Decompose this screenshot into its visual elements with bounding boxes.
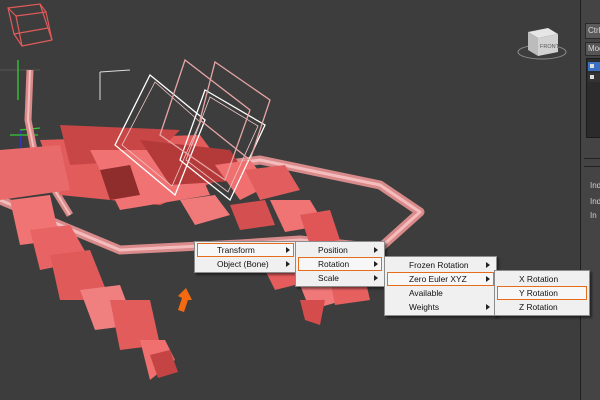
modifier-stack[interactable] xyxy=(586,58,600,138)
context-menu-level1: Transform Object (Bone) xyxy=(194,241,297,273)
menu-item-object-bone[interactable]: Object (Bone) xyxy=(197,257,294,271)
submenu-arrow-icon xyxy=(286,247,290,253)
stack-item-icon xyxy=(590,75,594,79)
submenu-arrow-icon xyxy=(486,262,490,268)
submenu-arrow-icon xyxy=(374,261,378,267)
menu-item-label: Transform xyxy=(217,245,255,255)
orange-arrow-icon xyxy=(178,288,192,312)
menu-item-y-rotation[interactable]: Y Rotation xyxy=(497,286,587,300)
rollout-item: In xyxy=(590,211,597,220)
menu-item-label: Zero Euler XYZ xyxy=(409,274,467,284)
menu-item-label: Rotation xyxy=(318,259,350,269)
submenu-arrow-icon xyxy=(486,276,490,282)
menu-item-frozen-rotation[interactable]: Frozen Rotation xyxy=(387,258,494,272)
menu-item-label: Available xyxy=(409,288,443,298)
viewcube-icon[interactable]: FRONT xyxy=(516,20,568,62)
menu-item-label: Scale xyxy=(318,273,339,283)
menu-item-rotation[interactable]: Rotation xyxy=(298,257,382,271)
panel-divider xyxy=(584,158,600,159)
menu-item-position[interactable]: Position xyxy=(298,243,382,257)
modifier-stack-selected-row[interactable] xyxy=(588,62,600,71)
helper-cage[interactable] xyxy=(7,3,53,47)
menu-item-zero-euler-xyz[interactable]: Zero Euler XYZ xyxy=(387,272,494,286)
modifier-list-dropdown[interactable]: Mod xyxy=(585,42,600,56)
menu-item-label: Position xyxy=(318,245,348,255)
menu-item-available[interactable]: Available xyxy=(387,286,494,300)
scene-canvas[interactable] xyxy=(0,0,580,400)
menu-item-label: Weights xyxy=(409,302,440,312)
rollout-item: Ind xyxy=(590,197,600,206)
submenu-arrow-icon xyxy=(286,261,290,267)
modifier-stack-row[interactable] xyxy=(588,73,600,82)
submenu-arrow-icon xyxy=(486,304,490,310)
menu-item-label: X Rotation xyxy=(519,274,559,284)
submenu-arrow-icon xyxy=(374,275,378,281)
menu-item-z-rotation[interactable]: Z Rotation xyxy=(497,300,587,314)
bone-fingers-left[interactable] xyxy=(10,195,178,380)
submenu-arrow-icon xyxy=(374,247,378,253)
viewcube-label: FRONT xyxy=(540,44,560,50)
context-menu-level3: Frozen Rotation Zero Euler XYZ Available… xyxy=(384,256,497,316)
stack-item-icon xyxy=(590,64,594,68)
menu-item-x-rotation[interactable]: X Rotation xyxy=(497,272,587,286)
context-menu-level2: Position Rotation Scale xyxy=(295,241,385,287)
menu-item-label: Object (Bone) xyxy=(217,259,269,269)
rollout-item: Ind xyxy=(590,181,600,190)
context-menu-level4: X Rotation Y Rotation Z Rotation xyxy=(494,270,590,316)
menu-item-label: Z Rotation xyxy=(519,302,558,312)
menu-item-label: Y Rotation xyxy=(519,288,558,298)
menu-item-transform[interactable]: Transform xyxy=(197,243,294,257)
menu-item-label: Frozen Rotation xyxy=(409,260,469,270)
rollout-panel[interactable]: Ind Ind In xyxy=(584,166,600,227)
viewport[interactable]: FRONT xyxy=(0,0,580,400)
command-panel-tab[interactable]: Ctrl xyxy=(585,23,600,39)
menu-item-weights[interactable]: Weights xyxy=(387,300,494,314)
menu-item-scale[interactable]: Scale xyxy=(298,271,382,285)
